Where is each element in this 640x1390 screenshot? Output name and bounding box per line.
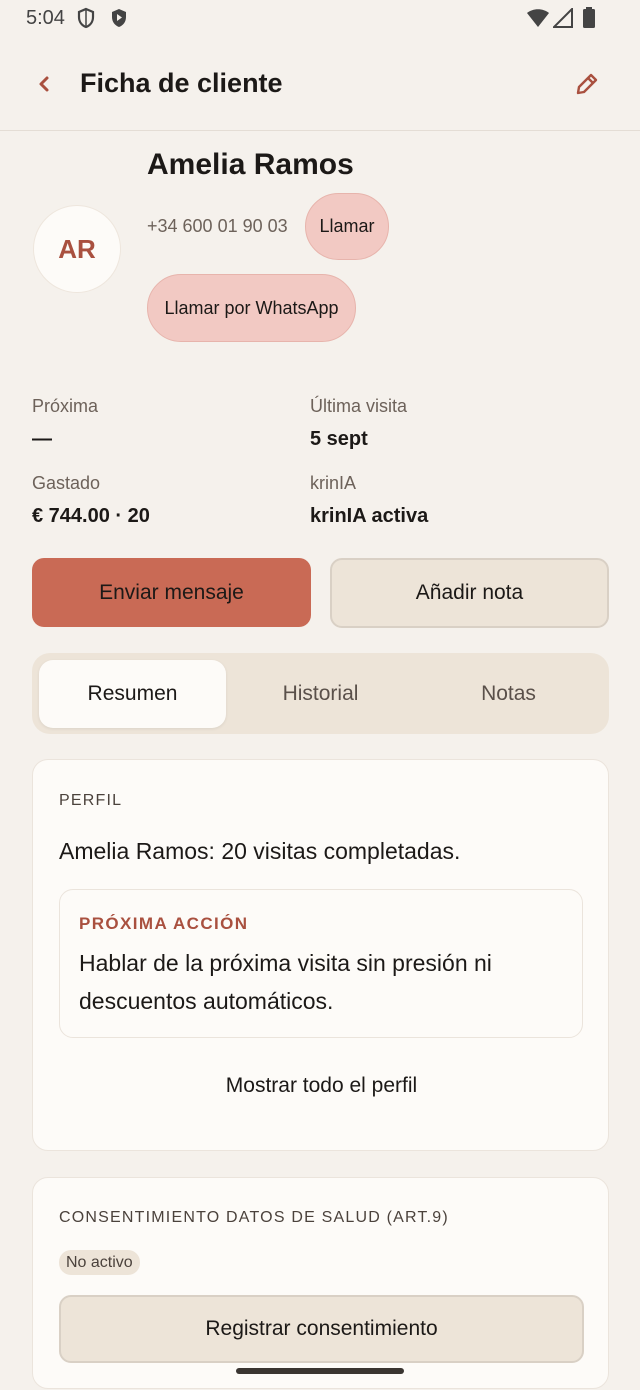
- edit-button[interactable]: [570, 66, 604, 102]
- profile-card: PERFIL Amelia Ramos: 20 visitas completa…: [32, 759, 609, 1151]
- avatar: AR: [33, 205, 121, 293]
- battery-icon: [583, 7, 595, 28]
- play-shield-icon: [112, 9, 126, 27]
- wifi-icon: [527, 9, 549, 27]
- ai-status-value: krinIA activa: [310, 505, 429, 527]
- client-name: Amelia Ramos: [147, 148, 354, 181]
- profile-summary: Amelia Ramos: 20 visitas completadas.: [59, 838, 461, 864]
- next-action-card: PRÓXIMA ACCIÓN Hablar de la próxima visi…: [59, 889, 583, 1038]
- status-bar: 5:04: [0, 0, 640, 38]
- pencil-icon: [576, 73, 598, 95]
- home-indicator[interactable]: [236, 1368, 404, 1374]
- chevron-left-icon: [39, 76, 49, 92]
- consent-card: CONSENTIMIENTO DATOS DE SALUD (ART.9) No…: [32, 1177, 609, 1389]
- register-consent-button[interactable]: Registrar consentimiento: [59, 1295, 584, 1363]
- signal-icon: [553, 8, 573, 28]
- next-appointment-label: Próxima: [32, 396, 99, 416]
- status-time: 5:04: [26, 7, 65, 29]
- whatsapp-call-button[interactable]: Llamar por WhatsApp: [147, 274, 356, 342]
- tab-resumen[interactable]: Resumen: [39, 660, 226, 728]
- tab-notas[interactable]: Notas: [415, 660, 602, 728]
- tab-bar: Resumen Historial Notas: [32, 653, 609, 734]
- shield-icon: [77, 7, 95, 29]
- add-note-button[interactable]: Añadir nota: [330, 558, 609, 628]
- status-badge: No activo: [59, 1250, 140, 1275]
- spent-value: € 744.00 · 20: [32, 505, 150, 527]
- last-visit-label: Última visita: [310, 396, 408, 416]
- phone-number: +34 600 01 90 03: [147, 216, 288, 236]
- next-action-text: Hablar de la próxima visita sin presión …: [79, 950, 492, 1014]
- consent-section-label: CONSENTIMIENTO DATOS DE SALUD (ART.9): [59, 1209, 449, 1226]
- show-full-profile-button[interactable]: Mostrar todo el perfil: [33, 1074, 610, 1098]
- tab-historial[interactable]: Historial: [227, 660, 414, 728]
- send-message-button[interactable]: Enviar mensaje: [32, 558, 311, 627]
- ai-label: krinIA: [310, 473, 357, 493]
- next-action-label: PRÓXIMA ACCIÓN: [79, 914, 249, 933]
- app-bar: Ficha de cliente: [0, 40, 640, 131]
- back-button[interactable]: [26, 64, 62, 104]
- next-appointment-value: —: [32, 428, 52, 450]
- last-visit-value: 5 sept: [310, 428, 368, 450]
- spent-label: Gastado: [32, 473, 101, 493]
- profile-section-label: PERFIL: [59, 792, 123, 809]
- call-button[interactable]: Llamar: [305, 193, 389, 260]
- page-title: Ficha de cliente: [80, 68, 283, 98]
